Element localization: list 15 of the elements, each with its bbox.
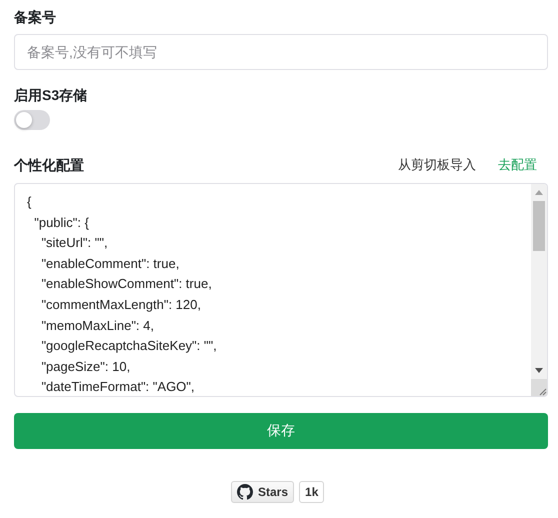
action-link[interactable]: 从剪切板导入 [398, 154, 476, 176]
field-label: 个性化配置 [14, 156, 84, 175]
scroll-up-icon[interactable] [535, 190, 543, 195]
toggle-switch[interactable] [14, 110, 50, 130]
scrollbar-thumb[interactable] [533, 201, 545, 251]
scrollbar[interactable] [531, 184, 547, 379]
scroll-down-icon[interactable] [535, 368, 543, 373]
stars-button[interactable]: Stars [231, 481, 294, 503]
field-label: 启用S3存储 [14, 86, 88, 105]
input-field[interactable]: 备案号,没有可不填写 [14, 34, 548, 70]
field-label: 备案号 [14, 8, 56, 27]
github-icon [237, 484, 253, 500]
star-count[interactable]: 1k [299, 481, 324, 503]
resize-handle[interactable] [531, 379, 547, 396]
config-textarea[interactable]: { "public": { "siteUrl": "", "enableComment": true, "enableShowComment": true, "commentMaxLength": 120, "memoMaxLine": 4, "googleRecaptchaSiteKey": "", "pageSize": 10, "dateTimeFormat": "AGO", [14, 183, 548, 397]
